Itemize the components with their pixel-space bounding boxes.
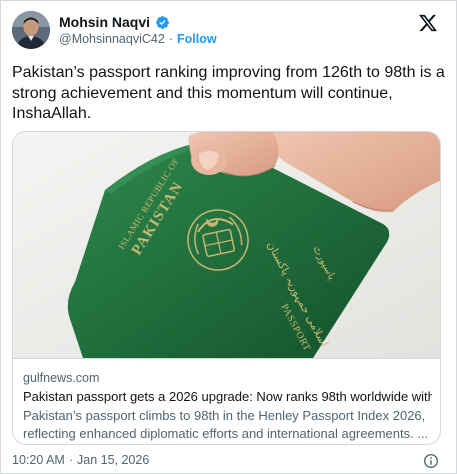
x-logo-icon[interactable]: [418, 13, 438, 33]
author-handle[interactable]: @MohsinnaqviC42: [59, 32, 165, 46]
tweet-date[interactable]: Jan 15, 2026: [77, 453, 149, 467]
tweet-card[interactable]: Mohsin Naqvi @MohsinnaqviC42 · Follow Pa…: [0, 0, 457, 474]
tweet-timestamp[interactable]: 10:20 AM · Jan 15, 2026: [12, 453, 149, 467]
follow-button[interactable]: Follow: [177, 32, 217, 46]
separator-dot: ·: [168, 32, 173, 46]
card-domain[interactable]: gulfnews.com: [23, 370, 432, 386]
author-display-name[interactable]: Mohsin Naqvi: [59, 14, 150, 30]
author-handle-row: @MohsinnaqviC42 · Follow: [59, 32, 217, 46]
info-icon[interactable]: [423, 453, 439, 469]
link-preview-card[interactable]: ISLAMIC REPUBLIC OF PAKISTAN اسلامی جمہو…: [12, 131, 441, 445]
verified-badge-icon: [155, 15, 170, 30]
card-description: Pakistan’s passport climbs to 98th in th…: [23, 408, 429, 441]
card-title[interactable]: Pakistan passport gets a 2026 upgrade: N…: [23, 388, 432, 406]
author-name-row: Mohsin Naqvi: [59, 13, 170, 31]
separator-dot: ·: [68, 453, 73, 467]
tweet-time[interactable]: 10:20 AM: [12, 453, 65, 467]
card-meta: gulfnews.com Pakistan passport gets a 20…: [13, 358, 440, 444]
tweet-text: Pakistan’s passport ranking improving fr…: [12, 64, 445, 122]
card-image[interactable]: ISLAMIC REPUBLIC OF PAKISTAN اسلامی جمہو…: [13, 132, 440, 358]
avatar[interactable]: [12, 11, 50, 49]
